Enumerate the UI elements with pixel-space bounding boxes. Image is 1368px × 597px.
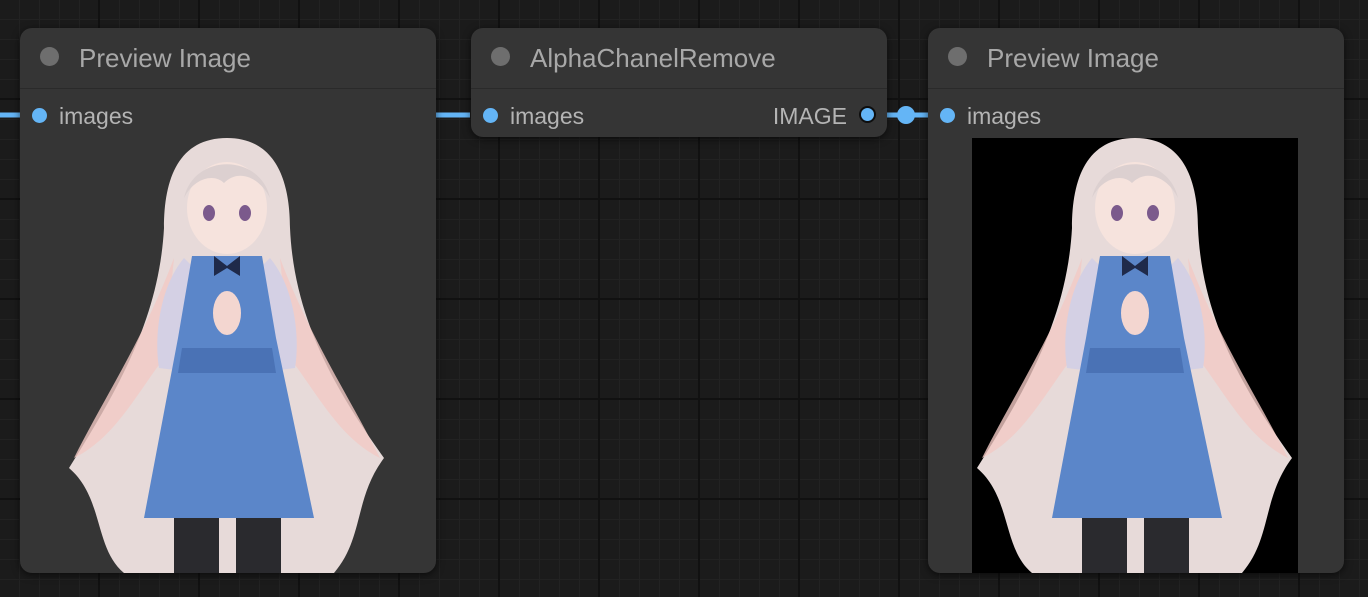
preview-image-node-right[interactable]: Preview Image images [928,28,1344,573]
anime-girl-illustration [977,138,1292,573]
collapse-dot-icon[interactable] [40,47,59,66]
preview-image[interactable] [972,138,1298,573]
input-slot-images[interactable] [483,108,498,123]
node-title: Preview Image [79,43,251,73]
node-title-bar[interactable]: AlphaChanelRemove [471,28,887,89]
input-label-images: images [967,103,1042,129]
output-slot-image[interactable] [859,106,876,123]
collapse-dot-icon[interactable] [491,47,510,66]
node-title: AlphaChanelRemove [530,43,776,73]
node-title-bar[interactable]: Preview Image [928,28,1344,89]
collapse-dot-icon[interactable] [948,47,967,66]
input-slot-images[interactable] [940,108,955,123]
input-label-images: images [59,103,134,129]
preview-image-node-left[interactable]: Preview Image images [20,28,436,573]
alpha-channel-remove-node[interactable]: AlphaChanelRemove images IMAGE [471,28,887,137]
link-midpoint-handle[interactable] [897,106,915,124]
node-title-bar[interactable]: Preview Image [20,28,436,89]
input-label-images: images [510,103,585,129]
node-title: Preview Image [987,43,1159,73]
preview-image[interactable] [64,138,390,573]
input-slot-images[interactable] [32,108,47,123]
output-label-image: IMAGE [772,103,847,129]
anime-girl-illustration [69,138,384,573]
